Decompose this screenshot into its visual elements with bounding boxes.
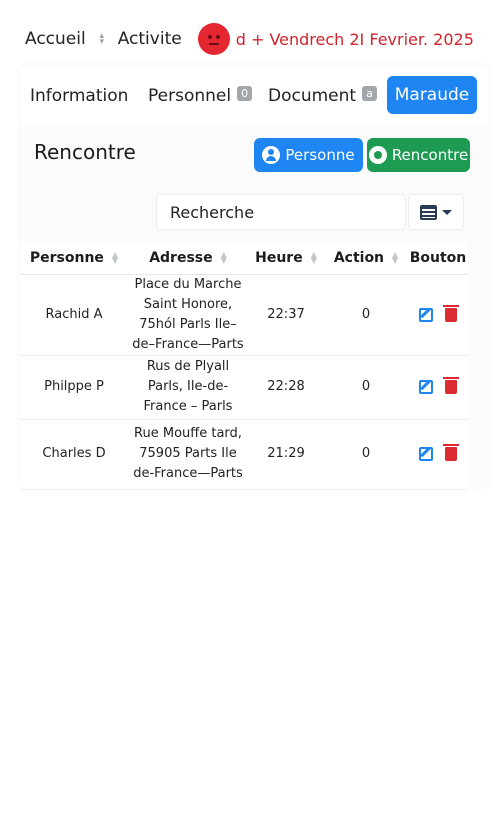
trash-icon[interactable] (443, 377, 459, 394)
row-actions (408, 377, 468, 394)
edit-icon[interactable] (419, 447, 433, 461)
row-actions (408, 444, 468, 461)
tab-personnel-label: Personnel (148, 86, 232, 106)
table-row: Charles D Rue Mouffe tard, 75905 Parts I… (20, 419, 468, 490)
sort-icon: ▲ ▼ (310, 249, 317, 265)
search-input-value: Recherche (170, 202, 255, 222)
col-adresse[interactable]: Adresse ▲ ▼ (128, 242, 248, 275)
cell-heure: 21:29 (248, 419, 324, 490)
trash-icon[interactable] (443, 304, 459, 322)
cell-bouton (408, 419, 468, 490)
tab-personnel-badge: 0 (237, 85, 253, 101)
col-personne-label: Personne (29, 249, 104, 266)
search-input[interactable]: Recherche (156, 194, 406, 230)
col-adresse-label: Adresse (149, 249, 213, 266)
face-eye-left (207, 35, 212, 39)
cell-bouton (408, 355, 468, 420)
add-personne-label: Personne (285, 146, 355, 164)
cell-bouton (408, 274, 468, 356)
status-face-icon (197, 23, 230, 55)
table-header-row: Personne ▲ ▼ Adresse ▲ ▼ Heure ▲ ▼ Action ▲ ▼ Bo… (20, 242, 468, 275)
sort-icon: ▲ ▼ (220, 249, 227, 265)
cell-personne: Rachid A (20, 274, 128, 356)
tab-maraude[interactable]: Maraude (387, 76, 477, 114)
table-row: Rachid A Place du Marche Saint Honore, 7… (20, 274, 468, 356)
edit-icon[interactable] (419, 380, 433, 394)
tab-document-label: Document (268, 86, 357, 106)
col-personne[interactable]: Personne ▲ ▼ (20, 242, 128, 275)
face-mouth (208, 43, 219, 45)
tab-personnel[interactable]: Personnel 0 (148, 85, 253, 106)
sort-icon: ▲ ▼ (392, 249, 399, 265)
trash-icon[interactable] (443, 444, 459, 461)
activity-card: Information Personnel 0 Document a Marau… (20, 66, 488, 490)
col-bouton: Bouton (408, 242, 468, 275)
cell-action: 0 (324, 274, 408, 356)
table-view-button[interactable] (408, 194, 464, 230)
sort-icon: ▲ ▼ (111, 249, 119, 265)
tab-information[interactable]: Information (30, 86, 128, 106)
col-heure-label: Heure (255, 249, 303, 266)
cell-heure: 22:37 (248, 274, 324, 356)
row-actions (408, 304, 468, 322)
table-row: Philppe P Rus de Plyall Parls, Ile-de-Fr… (20, 355, 468, 420)
activity-date: d + Vendrech 2I Fevrier. 2025 (235, 29, 474, 49)
cell-heure: 22:28 (248, 355, 324, 420)
user-icon (262, 146, 281, 164)
rencontre-section: Rencontre Personne Rencontre Recherche P… (20, 126, 488, 490)
cell-adresse: Rue Mouffe tard, 75905 Parts Ile de-Fran… (128, 419, 248, 490)
edit-icon[interactable] (419, 307, 433, 322)
rencontre-table: Personne ▲ ▼ Adresse ▲ ▼ Heure ▲ ▼ Action ▲ ▼ Bo… (20, 242, 468, 490)
add-rencontre-button[interactable]: Rencontre (367, 138, 470, 172)
col-action-label: Action (333, 249, 385, 266)
cell-adresse: Place du Marche Saint Honore, 75hól Parl… (128, 274, 248, 356)
add-personne-button[interactable]: Personne (254, 138, 363, 172)
breadcrumb-home[interactable]: Accueil (25, 29, 86, 49)
tab-document-badge: a (362, 85, 377, 101)
col-action[interactable]: Action ▲ ▼ (324, 242, 408, 275)
col-bouton-label: Bouton (409, 249, 467, 266)
table-view-icon (420, 204, 437, 220)
tab-document[interactable]: Document a (268, 85, 377, 106)
cell-personne: Philppe P (20, 355, 128, 420)
breadcrumb-separator-icon: ▴ ▾ (99, 31, 104, 47)
cell-personne: Charles D (20, 419, 128, 490)
face-eye-right (215, 35, 220, 39)
cell-adresse: Rus de Plyall Parls, Ile-de-France – Par… (128, 355, 248, 420)
cell-action: 0 (324, 355, 408, 420)
chevron-down-icon (442, 209, 452, 215)
tab-bar: Information Personnel 0 Document a Marau… (20, 76, 488, 116)
section-title: Rencontre (34, 140, 136, 164)
add-rencontre-label: Rencontre (391, 146, 469, 164)
tab-information-label: Information (30, 86, 129, 106)
map-pin-icon (368, 146, 387, 164)
col-heure[interactable]: Heure ▲ ▼ (248, 242, 324, 275)
breadcrumb-current[interactable]: Activite (118, 29, 182, 49)
cell-action: 0 (324, 419, 408, 490)
